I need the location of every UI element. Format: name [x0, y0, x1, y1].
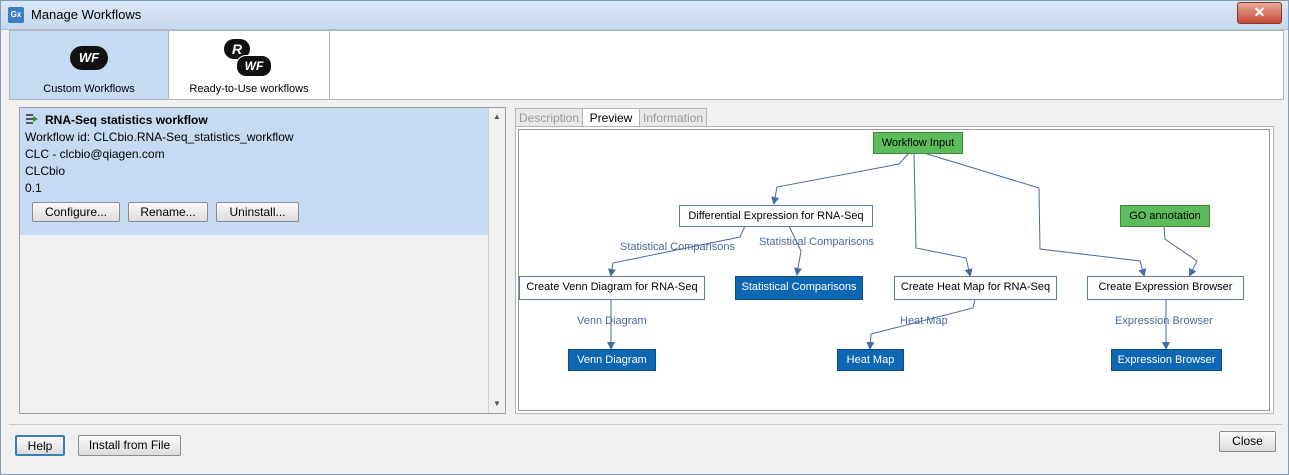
- ready-workflow-wf-icon: WF: [236, 55, 272, 77]
- window-title: Manage Workflows: [31, 7, 142, 22]
- footer-separator: [9, 424, 1282, 425]
- custom-workflows-button[interactable]: WF Custom Workflows: [10, 31, 169, 99]
- workflow-diagram: Workflow Input Differential Expression f…: [518, 129, 1270, 411]
- heat-map-output-node: Heat Map: [837, 349, 904, 371]
- workflow-title: RNA-Seq statistics workflow: [45, 113, 208, 127]
- manage-workflows-window: Gx Manage Workflows ✕ WF Custom Workflow…: [0, 0, 1289, 475]
- installed-workflows-list: RNA-Seq statistics workflow Workflow id:…: [19, 107, 506, 414]
- edge-label-heat-map: Heat Map: [900, 315, 948, 327]
- edge-label-statistical-comparisons-right: Statistical Comparisons: [759, 236, 874, 248]
- differential-expression-node: Differential Expression for RNA-Seq: [679, 205, 873, 227]
- custom-workflow-icon: WF: [70, 46, 108, 70]
- workflow-preview-panel: Workflow Input Differential Expression f…: [515, 126, 1274, 414]
- uninstall-button[interactable]: Uninstall...: [216, 202, 299, 222]
- ready-to-use-workflows-button[interactable]: R WF Ready-to-Use workflows: [169, 31, 330, 99]
- workflow-version: 0.1: [25, 181, 42, 195]
- tab-description[interactable]: Description: [515, 108, 583, 127]
- go-annotation-node: GO annotation: [1120, 205, 1210, 227]
- statistical-comparisons-output-node: Statistical Comparisons: [735, 276, 863, 300]
- edge-go-to-browser: [1163, 226, 1198, 277]
- app-icon: Gx: [8, 7, 24, 23]
- expression-browser-output-node: Expression Browser: [1111, 349, 1222, 371]
- workflow-input-node: Workflow Input: [873, 132, 963, 154]
- venn-diagram-output-node: Venn Diagram: [568, 349, 656, 371]
- configure-button[interactable]: Configure...: [32, 202, 120, 222]
- workflow-author: CLC - clcbio@qiagen.com: [25, 147, 165, 161]
- edge-input-to-diffexpr: [771, 152, 910, 205]
- edge-diff-to-stat: [788, 225, 802, 276]
- list-scrollbar[interactable]: ▲ ▼: [488, 108, 505, 413]
- edge-input-to-heatmap: [913, 152, 973, 277]
- tab-preview[interactable]: Preview: [582, 108, 640, 128]
- tab-information[interactable]: Information: [639, 108, 707, 127]
- edge-label-expression-browser: Expression Browser: [1115, 315, 1213, 327]
- create-venn-diagram-node: Create Venn Diagram for RNA-Seq: [519, 276, 705, 300]
- help-button[interactable]: Help: [15, 435, 65, 456]
- install-from-file-button[interactable]: Install from File: [78, 435, 181, 456]
- ready-to-use-workflows-label: Ready-to-Use workflows: [189, 83, 309, 95]
- scroll-up-icon[interactable]: ▲: [493, 112, 501, 121]
- rename-button[interactable]: Rename...: [128, 202, 208, 222]
- edge-label-statistical-comparisons-left: Statistical Comparisons: [620, 241, 735, 253]
- edge-label-venn-diagram: Venn Diagram: [577, 315, 647, 327]
- workflow-id: Workflow id: CLCbio.RNA-Seq_statistics_w…: [25, 130, 294, 144]
- scroll-down-icon[interactable]: ▼: [493, 399, 501, 408]
- list-item[interactable]: RNA-Seq statistics workflow Workflow id:…: [20, 108, 488, 235]
- create-expression-browser-node: Create Expression Browser: [1087, 276, 1244, 300]
- workflow-vendor: CLCbio: [25, 164, 66, 178]
- close-button[interactable]: Close: [1219, 431, 1276, 452]
- window-close-button[interactable]: ✕: [1237, 2, 1282, 24]
- create-heat-map-node: Create Heat Map for RNA-Seq: [894, 276, 1057, 300]
- workflow-icon: [26, 114, 38, 124]
- title-bar[interactable]: Gx Manage Workflows ✕: [1, 1, 1288, 30]
- custom-workflows-label: Custom Workflows: [43, 83, 135, 95]
- workflow-type-toolbar: WF Custom Workflows R WF Ready-to-Use wo…: [9, 30, 1284, 100]
